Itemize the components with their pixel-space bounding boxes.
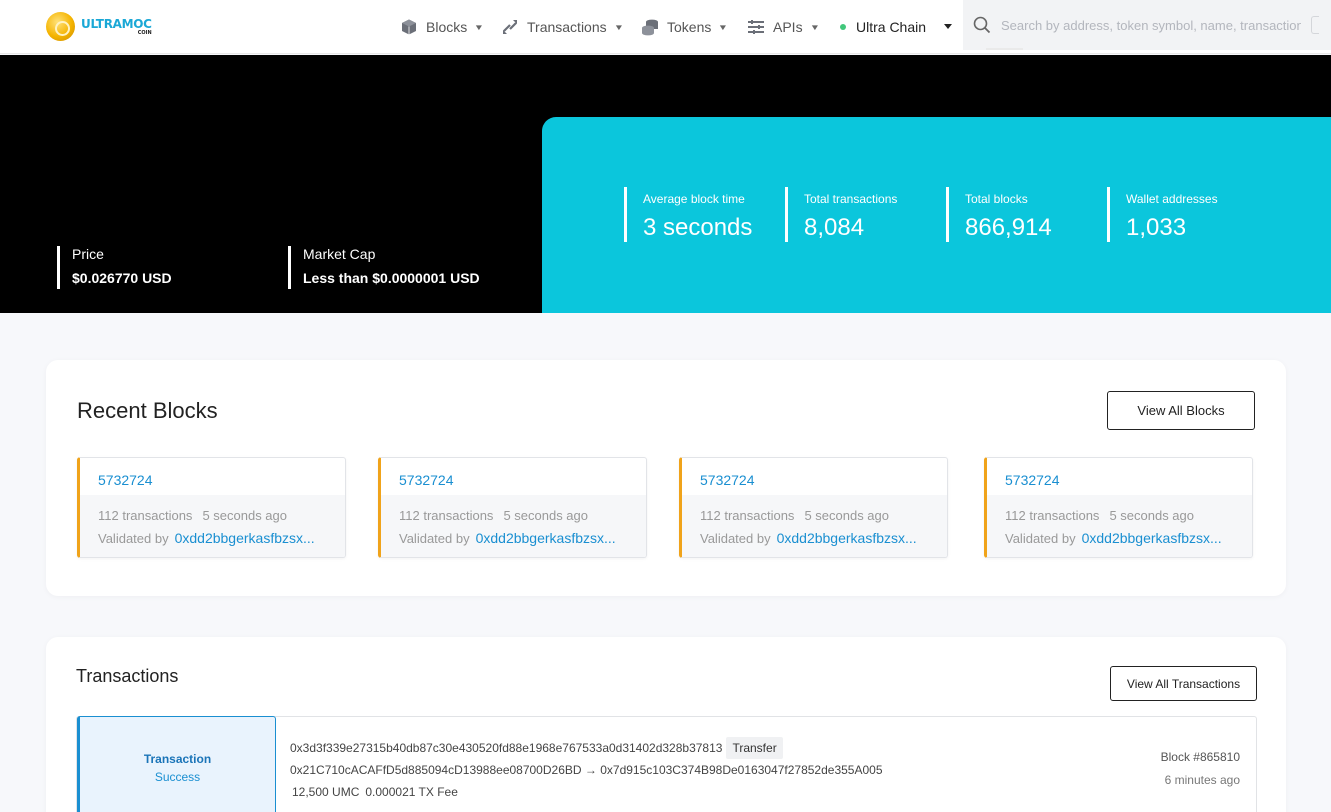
block-age: 5 seconds ago bbox=[202, 508, 288, 523]
list-icon bbox=[748, 20, 764, 34]
brand-name: ULTRAMOC bbox=[81, 16, 152, 31]
validated-by-label: Validated by bbox=[399, 531, 470, 546]
block-number-link[interactable]: 5732724 bbox=[700, 472, 755, 488]
block-age: 5 seconds ago bbox=[804, 508, 890, 523]
market-cap-value: Less than $0.0000001 USD bbox=[303, 270, 480, 286]
transaction-type-badge: Transfer bbox=[726, 737, 783, 759]
price-stat: Price $0.026770 USD bbox=[57, 246, 172, 289]
block-tile[interactable]: 5732724 112 transactions 5 seconds ago Va… bbox=[77, 457, 346, 558]
shortcut-key-icon bbox=[1311, 16, 1319, 34]
brand-sub: COIN bbox=[137, 29, 152, 36]
transaction-hash-link[interactable]: 0x3d3f339e27315b40db87c30e430520fd88e196… bbox=[290, 741, 722, 755]
metric-total-blocks: Total blocks 866,914 bbox=[946, 187, 1052, 242]
recent-blocks-card: Recent Blocks View All Blocks 5732724 11… bbox=[46, 360, 1286, 596]
metric-average-block-time: Average block time 3 seconds bbox=[624, 187, 752, 242]
block-tx-count: 112 transactions bbox=[1005, 508, 1100, 523]
nav-tokens[interactable]: Tokens ▼ bbox=[641, 0, 729, 54]
nav-apis-label: APIs bbox=[773, 19, 803, 35]
metric-label: Average block time bbox=[643, 192, 745, 206]
chevron-down-icon: ▼ bbox=[809, 22, 820, 32]
from-address-link[interactable]: 0x21C710cACAFfD5d885094cD13988ee08700D26… bbox=[290, 763, 582, 777]
validated-by-label: Validated by bbox=[98, 531, 169, 546]
validator-address-link[interactable]: 0xdd2bbgerkasfbzsx... bbox=[777, 530, 917, 546]
view-all-transactions-button[interactable]: View All Transactions bbox=[1110, 666, 1257, 701]
metric-value: 3 seconds bbox=[643, 214, 753, 241]
metric-label: Total blocks bbox=[965, 192, 1028, 206]
transaction-status-panel: Transaction Success bbox=[77, 716, 276, 812]
metric-label: Wallet addresses bbox=[1126, 192, 1218, 206]
to-address-link[interactable]: 0x7d915c103C374B98De0163047f27852de355A0… bbox=[600, 763, 882, 777]
block-number-link[interactable]: 5732724 bbox=[1005, 472, 1060, 488]
block-tile[interactable]: 5732724 112 transactions 5 seconds ago Va… bbox=[378, 457, 647, 558]
chevron-down-icon: ▼ bbox=[474, 22, 485, 32]
metric-label: Total transactions bbox=[804, 192, 898, 206]
transaction-amount: 12,500 UMC bbox=[292, 785, 360, 799]
search-underline bbox=[986, 48, 1023, 50]
recent-blocks-title: Recent Blocks bbox=[77, 398, 218, 423]
view-all-blocks-button[interactable]: View All Blocks bbox=[1107, 391, 1255, 430]
nav-tokens-label: Tokens bbox=[667, 19, 712, 35]
chain-selector[interactable]: Ultra Chain bbox=[840, 0, 926, 54]
coins-icon bbox=[642, 19, 658, 36]
price-label: Price bbox=[72, 246, 104, 262]
metric-total-transactions: Total transactions 8,084 bbox=[785, 187, 897, 242]
transactions-title: Transactions bbox=[76, 666, 179, 686]
chain-status-dot bbox=[840, 24, 846, 30]
block-age: 5 seconds ago bbox=[503, 508, 589, 523]
transaction-row[interactable]: Transaction Success 0x3d3f339e27315b40db… bbox=[76, 716, 1257, 812]
block-number-link[interactable]: 5732724 bbox=[98, 472, 153, 488]
transaction-age: 6 minutes ago bbox=[1164, 773, 1240, 787]
search-icon bbox=[973, 16, 991, 34]
validator-address-link[interactable]: 0xdd2bbgerkasfbzsx... bbox=[476, 530, 616, 546]
block-tile[interactable]: 5732724 112 transactions 5 seconds ago Va… bbox=[679, 457, 948, 558]
caret-down-icon[interactable] bbox=[944, 24, 952, 29]
block-number-link[interactable]: 5732724 bbox=[399, 472, 454, 488]
transaction-block-link[interactable]: Block #865810 bbox=[1161, 750, 1240, 764]
block-age: 5 seconds ago bbox=[1109, 508, 1195, 523]
nav-transactions[interactable]: Transactions ▼ bbox=[501, 0, 624, 54]
transaction-status: Success bbox=[154, 770, 201, 784]
search-bar[interactable] bbox=[963, 0, 1331, 50]
transaction-fee: 0.000021 TX Fee bbox=[365, 785, 458, 799]
validated-by-label: Validated by bbox=[1005, 531, 1076, 546]
block-tx-count: 112 transactions bbox=[700, 508, 795, 523]
transactions-card: Transactions View All Transactions Trans… bbox=[46, 637, 1286, 812]
market-cap-stat: Market Cap Less than $0.0000001 USD bbox=[288, 246, 480, 289]
validator-address-link[interactable]: 0xdd2bbgerkasfbzsx... bbox=[1082, 530, 1222, 546]
block-tx-count: 112 transactions bbox=[98, 508, 193, 523]
metric-value: 866,914 bbox=[965, 214, 1052, 241]
metric-wallet-addresses: Wallet addresses 1,033 bbox=[1107, 187, 1218, 242]
market-cap-label: Market Cap bbox=[303, 246, 376, 262]
nav-blocks[interactable]: Blocks ▼ bbox=[400, 0, 485, 54]
top-header: ULTRAMOC COIN Blocks ▼ Transactions ▼ To… bbox=[0, 0, 1331, 54]
metric-value: 1,033 bbox=[1126, 214, 1187, 241]
chain-stats-panel: Average block time 3 seconds Total trans… bbox=[542, 117, 1331, 313]
transaction-status-title: Transaction bbox=[143, 752, 212, 766]
price-value: $0.026770 USD bbox=[72, 270, 172, 286]
brand-logo[interactable]: ULTRAMOC COIN bbox=[46, 12, 152, 41]
arrows-icon bbox=[503, 20, 517, 34]
chevron-down-icon: ▼ bbox=[718, 22, 729, 32]
chain-label: Ultra Chain bbox=[856, 19, 927, 35]
metric-value: 8,084 bbox=[804, 214, 865, 241]
validated-by-label: Validated by bbox=[700, 531, 771, 546]
cube-icon bbox=[402, 19, 416, 35]
nav-transactions-label: Transactions bbox=[527, 19, 607, 35]
coin-logo-icon bbox=[46, 12, 75, 41]
block-tx-count: 112 transactions bbox=[399, 508, 494, 523]
arrow-right-icon: → bbox=[584, 763, 597, 777]
nav-blocks-label: Blocks bbox=[426, 19, 468, 35]
chevron-down-icon: ▼ bbox=[613, 22, 624, 32]
block-tile[interactable]: 5732724 112 transactions 5 seconds ago Va… bbox=[984, 457, 1253, 558]
hero-banner: Price $0.026770 USD Market Cap Less than… bbox=[0, 55, 1331, 313]
validator-address-link[interactable]: 0xdd2bbgerkasfbzsx... bbox=[175, 530, 315, 546]
search-input[interactable] bbox=[1001, 17, 1301, 33]
nav-apis[interactable]: APIs ▼ bbox=[747, 0, 820, 54]
